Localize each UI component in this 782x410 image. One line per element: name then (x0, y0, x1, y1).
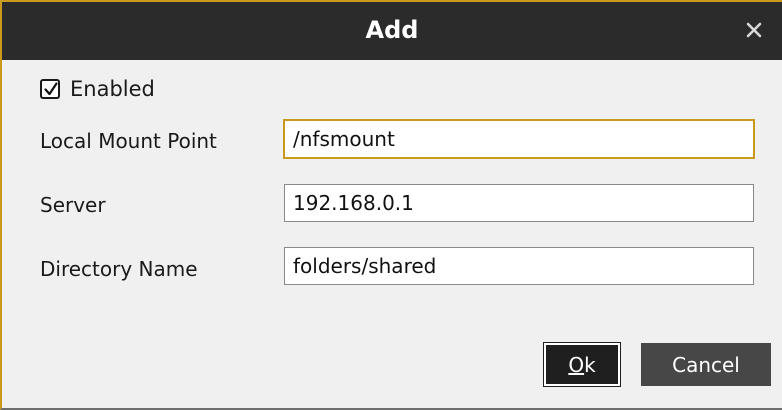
ok-label-rest: k (584, 352, 596, 377)
title-bar: Add (2, 0, 782, 60)
enabled-checkbox-row[interactable]: Enabled (40, 77, 155, 101)
checkmark-icon (44, 82, 58, 96)
enabled-checkbox[interactable] (40, 79, 60, 99)
dialog-title: Add (365, 16, 419, 44)
ok-button[interactable]: Ok (543, 342, 621, 387)
enabled-label: Enabled (70, 77, 155, 101)
close-icon (742, 18, 766, 42)
ok-mnemonic: O (568, 352, 585, 377)
directory-name-label: Directory Name (40, 257, 198, 281)
cancel-button[interactable]: Cancel (641, 343, 771, 386)
local-mount-point-input[interactable] (283, 119, 755, 159)
directory-name-input[interactable] (284, 247, 754, 285)
add-dialog: Add Enabled Local Mount Point Server Dir… (0, 0, 782, 410)
server-label: Server (40, 193, 106, 217)
close-button[interactable] (742, 18, 766, 42)
server-input[interactable] (284, 184, 754, 222)
local-mount-point-label: Local Mount Point (40, 129, 217, 153)
